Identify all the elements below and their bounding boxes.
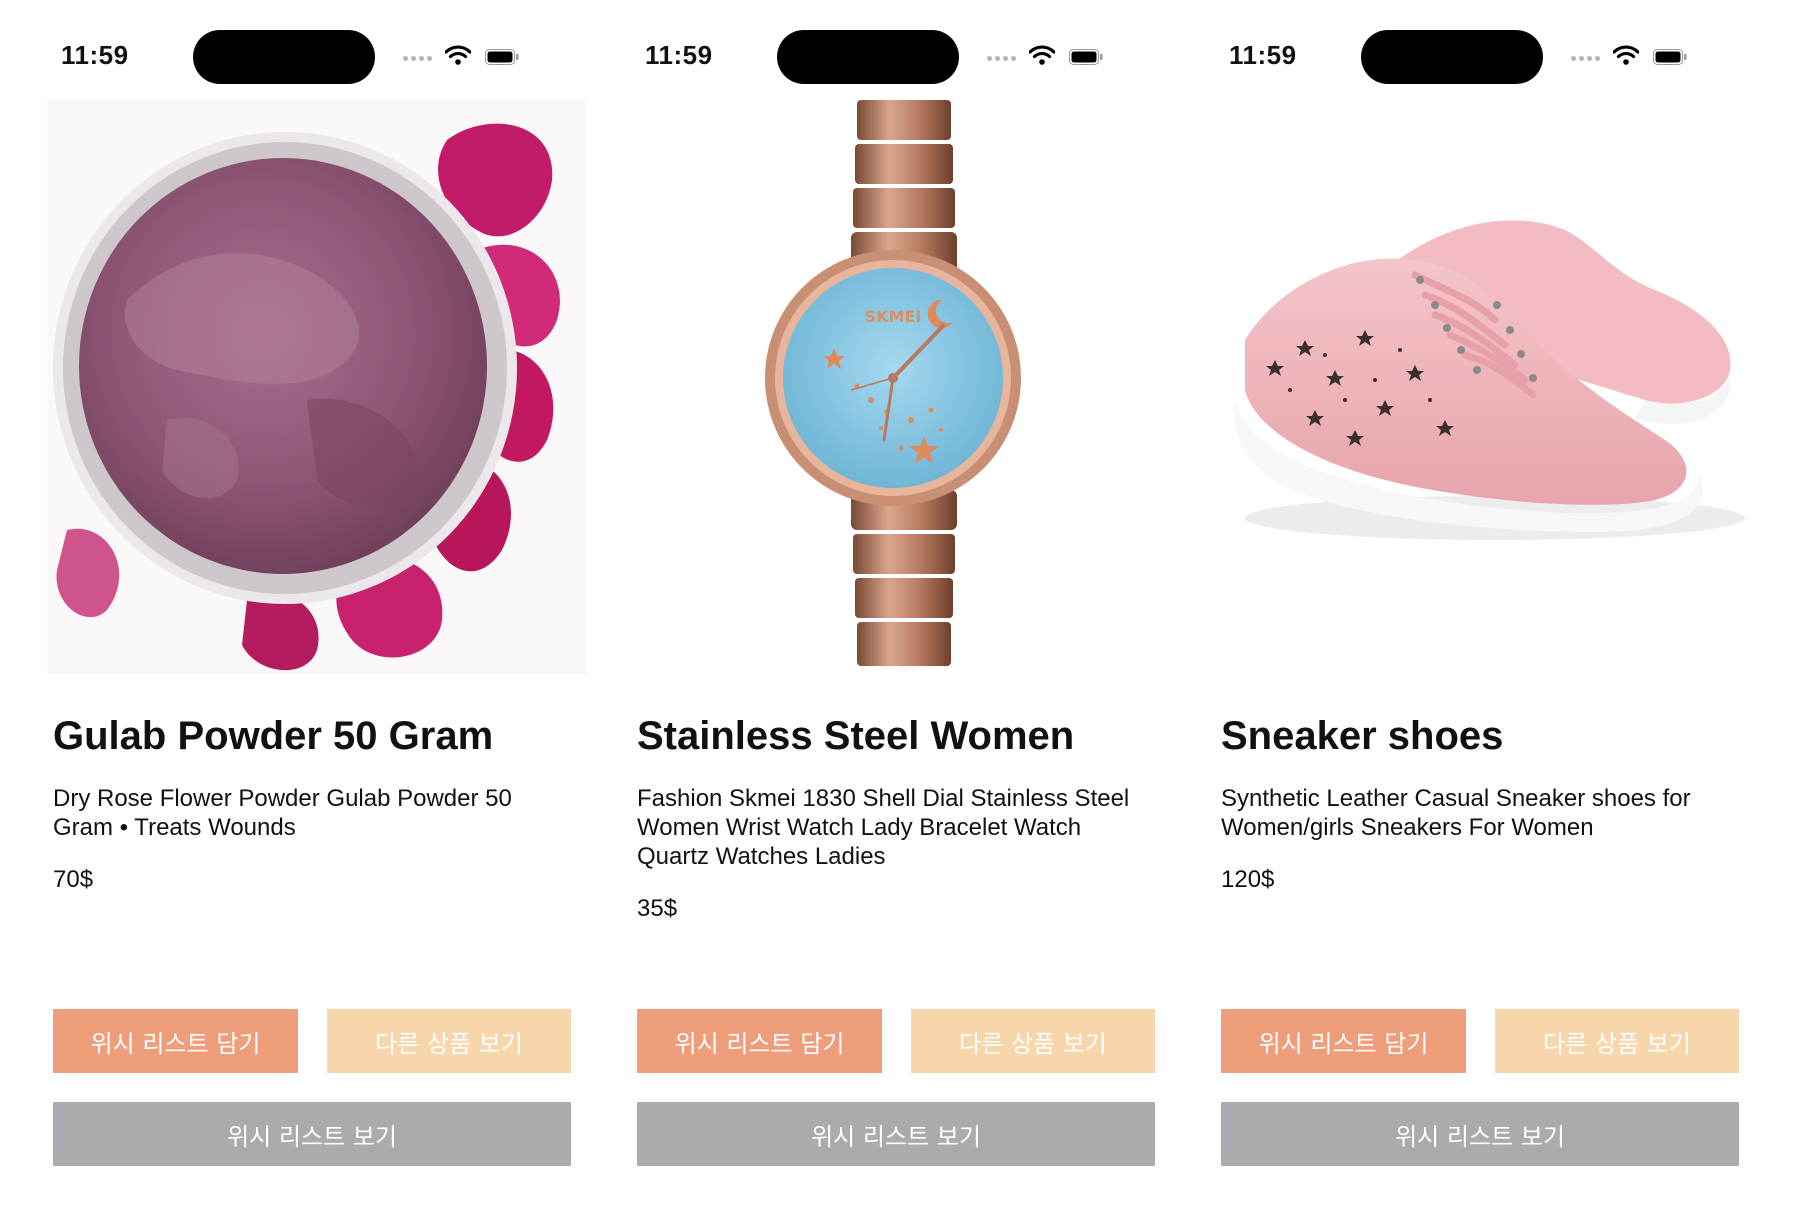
product-screen-gulab: 11:59 Gulab Powder 50 Gram Dry Rose Flow… [13,0,597,1206]
view-wishlist-button[interactable]: 위시 리스트 보기 [53,1102,571,1166]
product-image [1215,100,1755,674]
add-to-wishlist-button[interactable]: 위시 리스트 담기 [53,1009,298,1073]
product-price: 120$ [1221,866,1275,893]
product-image: SKMEI [631,100,1171,674]
view-other-products-button[interactable]: 다른 상품 보기 [327,1009,571,1073]
product-title: Gulab Powder 50 Gram [53,714,494,758]
dynamic-island [193,30,375,84]
status-time: 11:59 [1229,40,1297,70]
product-screen-watch: 11:59 SKMEI Stainless Steel Women Fashio… [597,0,1181,1206]
add-to-wishlist-button[interactable]: 위시 리스트 담기 [637,1009,882,1073]
cellular-signal-icon [1571,56,1600,61]
product-price: 35$ [637,895,678,922]
view-other-products-button[interactable]: 다른 상품 보기 [1495,1009,1739,1073]
view-wishlist-button[interactable]: 위시 리스트 보기 [1221,1102,1739,1166]
battery-icon [485,49,519,65]
status-bar: 11:59 [597,0,1181,110]
product-price: 70$ [53,866,94,893]
status-time: 11:59 [645,40,713,70]
cellular-signal-icon [987,56,1016,61]
wifi-icon [1613,45,1639,65]
product-image [47,100,587,674]
product-title: Stainless Steel Women [637,714,1075,758]
status-bar: 11:59 [13,0,597,110]
view-other-products-button[interactable]: 다른 상품 보기 [911,1009,1155,1073]
pink-sneakers-image [1215,100,1755,674]
wifi-icon [445,45,471,65]
product-description: Synthetic Leather Casual Sneaker shoes f… [1221,785,1691,841]
watch-brand: SKMEI [865,307,922,326]
cellular-signal-icon [403,56,432,61]
product-description: Dry Rose Flower Powder Gulab Powder 50 G… [53,785,512,841]
product-title: Sneaker shoes [1221,714,1504,758]
wrist-watch-image: SKMEI [631,100,1171,674]
dynamic-island [1361,30,1543,84]
dynamic-island [777,30,959,84]
view-wishlist-button[interactable]: 위시 리스트 보기 [637,1102,1155,1166]
battery-icon [1653,49,1687,65]
add-to-wishlist-button[interactable]: 위시 리스트 담기 [1221,1009,1466,1073]
status-bar: 11:59 [1181,0,1765,110]
battery-icon [1069,49,1103,65]
product-screen-sneakers: 11:59 Sneaker shoes Synthetic Leather Ca… [1181,0,1765,1206]
product-description: Fashion Skmei 1830 Shell Dial Stainless … [637,785,1130,870]
rose-powder-image [47,100,587,674]
status-time: 11:59 [61,40,129,70]
wifi-icon [1029,45,1055,65]
